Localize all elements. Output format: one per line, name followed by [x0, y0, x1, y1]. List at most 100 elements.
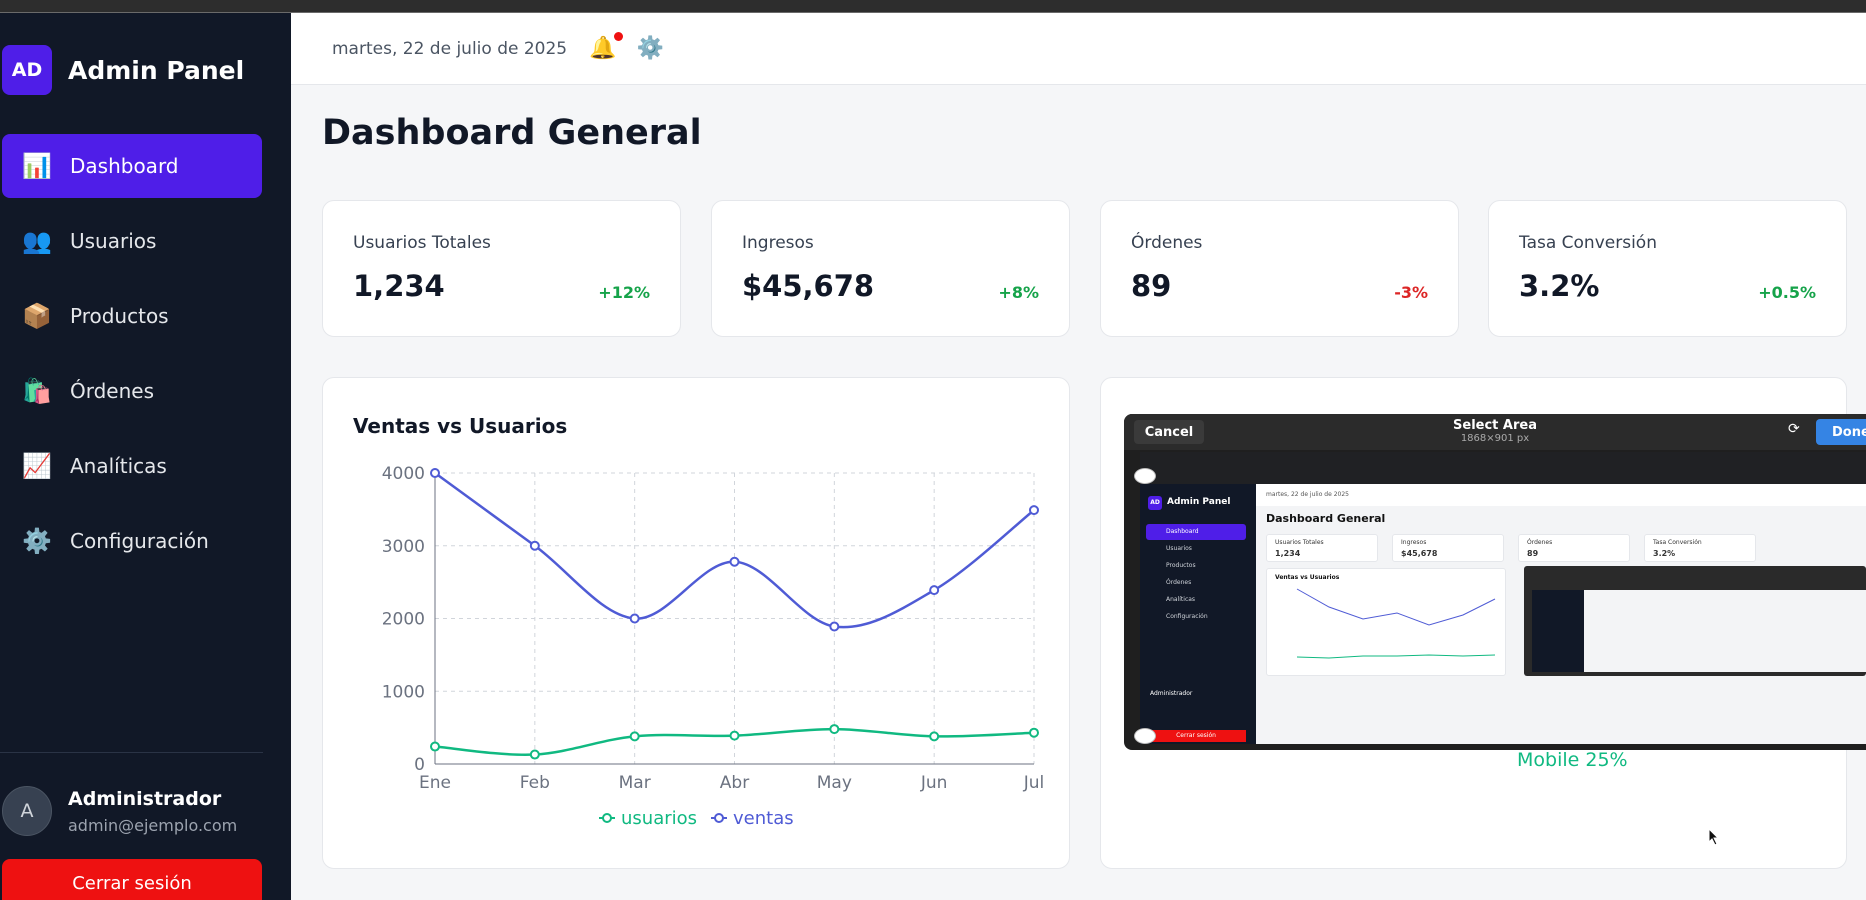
- done-button[interactable]: Done: [1816, 419, 1866, 445]
- preview-nav-item: Analíticas: [1166, 596, 1196, 603]
- user-info: Administrador admin@ejemplo.com: [68, 788, 237, 835]
- data-point-ventas: [629, 613, 640, 624]
- x-tick-label: Jul: [1023, 773, 1045, 793]
- x-tick-label: Feb: [520, 773, 550, 793]
- preview-stat-value: 3.2%: [1653, 549, 1676, 558]
- sidebar-item-usuarios[interactable]: 👥 Usuarios: [2, 209, 262, 273]
- preview-nested-sidebar: [1532, 590, 1584, 672]
- sidebar-item-label: Configuración: [70, 529, 209, 553]
- resize-handle-bottom-left[interactable]: [1134, 728, 1156, 744]
- legend-marker-ventas: [714, 813, 724, 823]
- data-point-usuarios: [1029, 727, 1039, 738]
- brand-badge: AD: [2, 45, 52, 95]
- sidebar-item-analiticas[interactable]: 📈 Analíticas: [2, 434, 262, 498]
- users-icon: 👥: [22, 227, 52, 255]
- line-chart: 0 1000 2000 3000 4000 Ene Feb Mar Abr May Jun Jul us…: [382, 464, 1045, 829]
- stat-value: $45,678: [742, 269, 875, 303]
- y-tick-label: 1000: [382, 682, 425, 702]
- stat-change: +8%: [998, 283, 1039, 302]
- preview-stat-card: Órdenes 89: [1518, 534, 1630, 562]
- preview-stat-label: Ingresos: [1401, 539, 1427, 546]
- preview-nav-item: Órdenes: [1166, 579, 1192, 586]
- sidebar-item-label: Órdenes: [70, 379, 155, 403]
- select-area-size: 1868×901 px: [1460, 433, 1530, 444]
- select-area-title: Select Area: [1453, 418, 1537, 433]
- preview-nav-item: Productos: [1166, 562, 1196, 569]
- data-point-usuarios: [529, 749, 540, 760]
- x-tick-label: Ene: [419, 773, 451, 793]
- x-tick-label: May: [817, 773, 852, 793]
- stat-label: Ingresos: [742, 233, 814, 253]
- data-point-usuarios: [430, 741, 440, 752]
- sidebar-item-dashboard[interactable]: 📊 Dashboard: [2, 134, 262, 198]
- y-tick-label: 4000: [382, 464, 425, 484]
- sidebar-nav: 📊 Dashboard 👥 Usuarios 📦 Productos 🛍️ Ór…: [2, 134, 262, 584]
- notifications-bell-icon[interactable]: 🔔: [589, 32, 623, 61]
- preview-nav: Dashboard Usuarios Productos Órdenes Ana…: [1146, 524, 1246, 626]
- user-profile[interactable]: A Administrador admin@ejemplo.com: [2, 786, 237, 836]
- preview-stat-label: Usuarios Totales: [1275, 539, 1324, 546]
- sidebar-item-productos[interactable]: 📦 Productos: [2, 284, 262, 348]
- preview-user: Administrador: [1150, 690, 1193, 697]
- settings-gear-icon[interactable]: ⚙️: [637, 36, 664, 61]
- preview-browser-bar: [1140, 452, 1866, 484]
- user-email: admin@ejemplo.com: [68, 815, 238, 835]
- select-area-toolbar: Cancel Select Area 1868×901 px ⟳ Done: [1124, 414, 1866, 450]
- legend-marker-usuarios: [602, 813, 612, 823]
- preview-chart: Ventas vs Usuarios: [1266, 568, 1506, 676]
- preview-nav-item: Dashboard: [1146, 524, 1246, 540]
- pie-label-mobile: Mobile 25%: [1517, 749, 1628, 771]
- preview-brand-title: Admin Panel: [1167, 497, 1231, 507]
- x-tick-label: Mar: [619, 773, 651, 793]
- y-tick-label: 0: [414, 755, 425, 775]
- preview-stat-label: Órdenes: [1527, 539, 1553, 546]
- sidebar: AD Admin Panel 📊 Dashboard 👥 Usuarios 📦 …: [0, 13, 291, 900]
- preview-logout: Cerrar sesión: [1146, 730, 1246, 742]
- logout-button[interactable]: Cerrar sesión: [2, 859, 262, 900]
- sidebar-divider: [0, 752, 263, 753]
- preview-stat-card: Usuarios Totales 1,234: [1266, 534, 1378, 562]
- sidebar-item-label: Dashboard: [70, 154, 179, 178]
- stat-label: Tasa Conversión: [1519, 233, 1657, 253]
- sidebar-item-configuracion[interactable]: ⚙️ Configuración: [2, 509, 262, 573]
- screenshot-preview[interactable]: AD Admin Panel Dashboard Usuarios Product…: [1140, 452, 1866, 744]
- preview-stat-value: $45,678: [1401, 549, 1438, 558]
- stat-card-ordenes: Órdenes 89 -3%: [1100, 200, 1459, 337]
- avatar: A: [2, 786, 52, 836]
- y-tick-label: 3000: [382, 537, 425, 557]
- preview-stat-card: Tasa Conversión 3.2%: [1644, 534, 1756, 562]
- refresh-icon[interactable]: ⟳: [1788, 421, 1800, 437]
- data-point-usuarios: [929, 731, 940, 742]
- preview-nav-item: Configuración: [1166, 613, 1208, 620]
- sidebar-item-ordenes[interactable]: 🛍️ Órdenes: [2, 359, 262, 423]
- stat-card-usuarios: Usuarios Totales 1,234 +12%: [322, 200, 681, 337]
- data-point-ventas: [430, 468, 440, 478]
- data-point-ventas: [829, 621, 840, 632]
- x-tick-label: Jun: [920, 773, 948, 793]
- user-name: Administrador: [68, 787, 222, 810]
- legend-label-ventas: ventas: [733, 808, 794, 829]
- resize-handle-top-left[interactable]: [1134, 468, 1156, 484]
- stat-change: +0.5%: [1758, 283, 1816, 302]
- current-date: martes, 22 de julio de 2025: [332, 38, 568, 59]
- sidebar-item-label: Analíticas: [70, 454, 167, 478]
- preview-stat-value: 89: [1527, 549, 1539, 558]
- page-title: Dashboard General: [322, 113, 702, 153]
- data-point-ventas: [929, 585, 940, 596]
- select-area-dialog: Cancel Select Area 1868×901 px ⟳ Done AD…: [1124, 414, 1866, 750]
- notification-dot: [613, 32, 623, 41]
- window-top-strip: [0, 0, 1866, 13]
- stat-value: 1,234: [353, 269, 445, 303]
- data-point-usuarios: [729, 730, 740, 741]
- data-point-ventas: [529, 540, 540, 551]
- package-icon: 📦: [22, 302, 52, 330]
- sidebar-item-label: Productos: [70, 304, 169, 328]
- preview-nav-item: Usuarios: [1166, 545, 1192, 552]
- brand[interactable]: AD Admin Panel: [2, 45, 244, 95]
- shopping-bags-icon: 🛍️: [22, 377, 52, 405]
- cursor-arrow: [1708, 827, 1720, 846]
- data-point-usuarios: [829, 724, 840, 735]
- brand-title: Admin Panel: [68, 55, 245, 85]
- preview-nested-screenshot: [1524, 566, 1866, 676]
- sidebar-item-label: Usuarios: [70, 229, 157, 253]
